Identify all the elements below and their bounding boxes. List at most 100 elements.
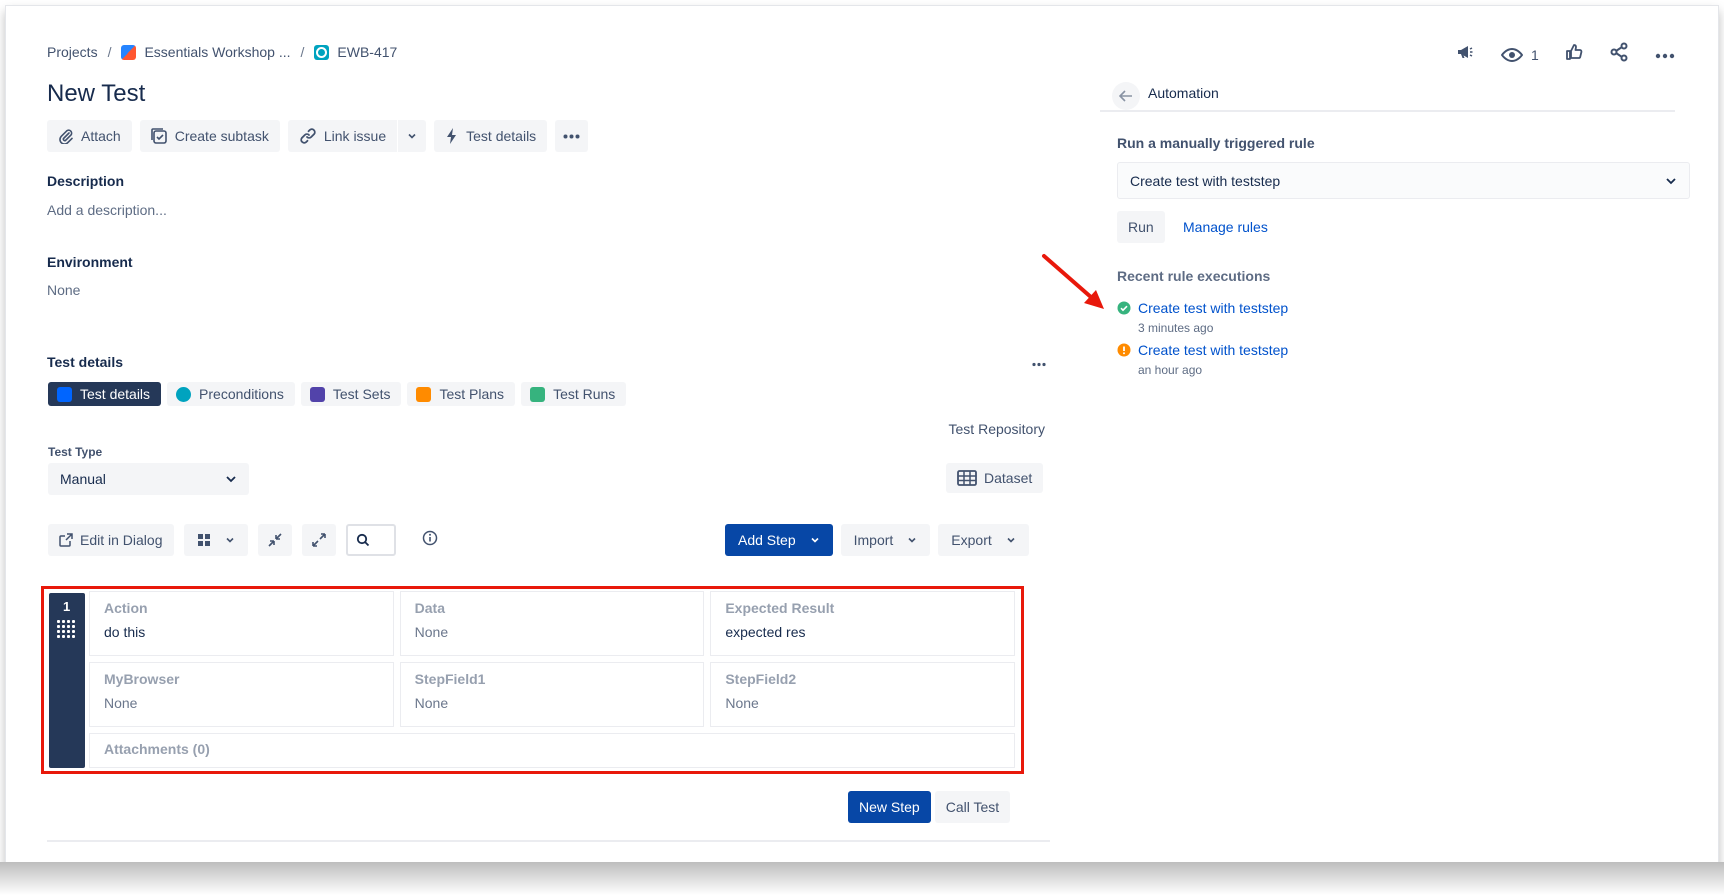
breadcrumb-projects[interactable]: Projects (47, 44, 98, 60)
run-rule-button[interactable]: Run (1117, 211, 1165, 243)
field-label: Data (414, 600, 446, 616)
step-rail[interactable]: 1 (49, 593, 85, 768)
import-button[interactable]: Import (840, 524, 931, 556)
step-field-data[interactable]: Data None (399, 591, 705, 656)
field-value: None (414, 624, 449, 640)
more-actions-icon[interactable] (1655, 46, 1675, 64)
call-test-label: Call Test (945, 799, 1000, 815)
description-label: Description (47, 173, 125, 189)
expand-icon (311, 533, 326, 547)
expand-button[interactable] (301, 524, 336, 556)
add-step-label: Add Step (738, 532, 796, 548)
steps-toolbar-left: Edit in Dialog (48, 524, 438, 556)
tab-label: Test details (80, 386, 151, 402)
test-repository-link[interactable]: Test Repository (949, 421, 1045, 437)
create-subtask-button[interactable]: Create subtask (139, 120, 280, 152)
watch-button[interactable]: 1 (1501, 47, 1539, 63)
environment-value[interactable]: None (47, 282, 80, 298)
link-issue-dropdown[interactable] (398, 120, 427, 152)
execution-time: 3 minutes ago (1138, 321, 1214, 335)
search-icon (356, 533, 369, 547)
collapse-button[interactable] (257, 524, 292, 556)
new-step-button[interactable]: New Step (848, 791, 931, 823)
search-input[interactable] (345, 524, 396, 556)
tab-test-sets[interactable]: Test Sets (300, 382, 402, 406)
breadcrumb-issue-key[interactable]: EWB-417 (337, 44, 397, 60)
chevron-down-icon (408, 133, 416, 139)
external-link-icon (59, 533, 73, 547)
run-rule-label: Run a manually triggered rule (1117, 135, 1315, 151)
recent-executions-label: Recent rule executions (1117, 268, 1271, 284)
call-test-button[interactable]: Call Test (934, 791, 1011, 823)
more-icon (563, 134, 580, 138)
add-step-button[interactable]: Add Step (725, 524, 833, 556)
step-actions: New Step Call Test (848, 791, 1011, 823)
issue-title[interactable]: New Test (47, 80, 145, 108)
step-field-mybrowser[interactable]: MyBrowser None (89, 662, 394, 727)
dataset-label: Dataset (984, 470, 1033, 486)
annotation-arrow-icon (1042, 254, 1104, 309)
link-icon (300, 128, 316, 144)
dataset-button[interactable]: Dataset (946, 463, 1044, 493)
back-button[interactable] (1112, 82, 1140, 110)
success-check-icon (1117, 301, 1131, 315)
field-value: do this (104, 624, 146, 640)
link-issue-button[interactable]: Link issue (287, 120, 398, 152)
warning-icon (1117, 343, 1131, 357)
attach-label: Attach (81, 128, 121, 144)
tab-label: Test Sets (332, 386, 391, 402)
field-label: Expected Result (725, 600, 835, 616)
attach-button[interactable]: Attach (47, 120, 132, 152)
step-field-stepfield1[interactable]: StepField1 None (399, 662, 705, 727)
execution-rule-link[interactable]: Create test with teststep (1138, 300, 1288, 316)
tab-label: Test Runs (553, 386, 616, 402)
test-details-more-icon[interactable] (1032, 354, 1046, 372)
field-value: None (414, 695, 449, 711)
paperclip-icon (59, 129, 73, 144)
announcement-icon[interactable] (1455, 42, 1475, 67)
list-icon (57, 386, 72, 402)
field-label: StepField2 (725, 671, 797, 687)
tab-preconditions[interactable]: Preconditions (167, 382, 295, 406)
step-field-expected-result[interactable]: Expected Result expected res (710, 591, 1015, 656)
field-label: MyBrowser (104, 671, 180, 687)
description-field[interactable]: Add a description... (47, 202, 167, 218)
step-attachments[interactable]: Attachments (0) (89, 733, 1015, 768)
info-icon[interactable] (422, 530, 438, 551)
issue-toolbar: Attach Create subtask Link issue Test de… (47, 120, 589, 152)
collapse-icon (267, 533, 282, 547)
tab-test-plans[interactable]: Test Plans (407, 382, 516, 406)
execution-rule-link[interactable]: Create test with teststep (1138, 342, 1288, 358)
tab-test-runs[interactable]: Test Runs (521, 382, 627, 406)
drag-handle-icon[interactable] (57, 620, 75, 638)
arrow-left-icon (1119, 90, 1132, 102)
test-run-icon (530, 386, 546, 402)
test-plan-icon (416, 386, 432, 402)
step-field-stepfield2[interactable]: StepField2 None (710, 662, 1015, 727)
manage-rules-link[interactable]: Manage rules (1183, 219, 1268, 235)
chevron-down-icon (811, 537, 819, 543)
test-details-button[interactable]: Test details (434, 120, 548, 152)
test-type-value: Manual (60, 471, 106, 487)
steps-toolbar-right: Add Step Import Export (725, 524, 1029, 556)
attachments-label: Attachments (0) (104, 741, 210, 757)
rule-select-value: Create test with teststep (1130, 172, 1281, 189)
more-toolbar-button[interactable] (555, 120, 589, 152)
share-icon[interactable] (1609, 42, 1629, 67)
header-actions: 1 (1455, 42, 1675, 67)
link-issue-label: Link issue (323, 128, 387, 144)
project-icon (121, 44, 137, 60)
import-label: Import (853, 532, 894, 548)
step-field-action[interactable]: Action do this (89, 591, 394, 656)
step-fields: Action do this Data None Expected Result… (89, 591, 1015, 768)
breadcrumb-project[interactable]: Essentials Workshop ... (144, 44, 290, 60)
step-number: 1 (63, 599, 71, 614)
tab-test-details[interactable]: Test details (48, 382, 162, 406)
vote-icon[interactable] (1565, 43, 1583, 66)
view-layout-dropdown[interactable] (183, 524, 248, 556)
test-type-select[interactable]: Manual (48, 463, 249, 495)
precondition-icon (176, 386, 192, 402)
edit-in-dialog-button[interactable]: Edit in Dialog (48, 524, 174, 556)
export-button[interactable]: Export (938, 524, 1029, 556)
rule-select[interactable]: Create test with teststep (1117, 162, 1690, 199)
